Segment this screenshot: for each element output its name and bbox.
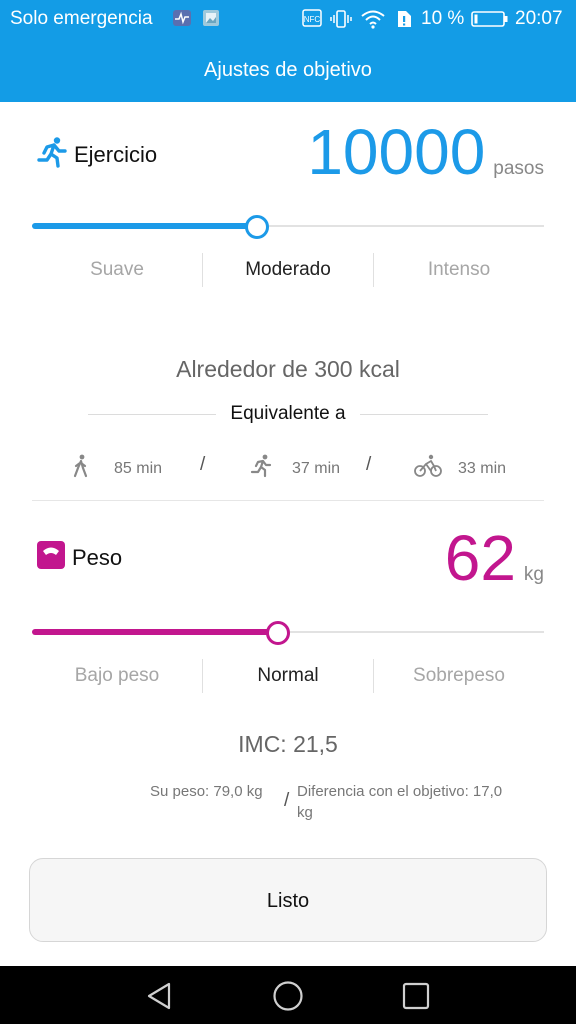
exercise-slider[interactable]	[32, 215, 544, 239]
slider-thumb[interactable]	[245, 215, 270, 239]
app-bar: Ajustes de objetivo	[0, 38, 576, 102]
running-equivalent: 37 min	[250, 454, 340, 483]
walking-minutes: 85 min	[114, 459, 163, 477]
step-goal-unit: pasos	[493, 158, 544, 179]
divider	[88, 413, 217, 415]
level-sobrepeso[interactable]: Sobrepeso	[374, 659, 544, 693]
battery-icon	[471, 9, 509, 35]
bmi-text: IMC: 21,5	[238, 731, 338, 757]
slider-fill	[32, 223, 258, 229]
nfc-icon: NFC	[302, 9, 322, 33]
goal-difference-line2: kg	[297, 804, 313, 821]
step-goal-value: 10000 pasos	[307, 120, 544, 184]
equivalent-row: Equivalente a	[88, 402, 488, 426]
cycling-equivalent: 33 min	[414, 454, 506, 483]
done-button[interactable]: Listo	[29, 858, 547, 942]
health-notification-icon	[172, 9, 192, 33]
separator: /	[200, 454, 206, 475]
sim-warning-icon	[394, 9, 414, 35]
running-icon	[250, 454, 284, 483]
current-weight: Su peso: 79,0 kg	[150, 783, 263, 800]
level-intenso[interactable]: Intenso	[374, 253, 544, 287]
vibrate-icon	[330, 9, 352, 35]
weight-goal-value: 62 kg	[445, 526, 544, 590]
weight-goal-unit: kg	[523, 564, 544, 585]
status-bar: Solo emergencia NFC 10 % 20:07	[0, 0, 576, 38]
exercise-label: Ejercicio	[74, 141, 158, 167]
weight-slider[interactable]	[32, 621, 544, 645]
home-icon[interactable]	[270, 978, 306, 1014]
weight-levels: Bajo peso Normal Sobrepeso	[32, 659, 544, 693]
separator: /	[366, 454, 372, 475]
walking-icon	[72, 454, 102, 483]
exercise-levels: Suave Moderado Intenso	[32, 253, 544, 287]
cycling-minutes: 33 min	[458, 459, 507, 477]
svg-text:NFC: NFC	[304, 15, 321, 24]
running-icon	[36, 136, 68, 173]
level-suave[interactable]: Suave	[32, 253, 202, 287]
weight-label: Peso	[72, 544, 123, 570]
running-minutes: 37 min	[292, 459, 341, 477]
calories-text: Alrededor de 300 kcal	[176, 356, 400, 382]
level-moderado[interactable]: Moderado	[203, 253, 373, 287]
divider	[359, 413, 488, 415]
back-icon[interactable]	[142, 978, 178, 1014]
weight-goal-number: 62	[444, 522, 516, 594]
navigation-bar	[0, 966, 576, 1024]
slider-thumb[interactable]	[265, 621, 290, 645]
scale-icon	[36, 540, 66, 575]
exercise-header: Ejercicio	[36, 136, 157, 173]
walking-equivalent: 85 min	[72, 454, 162, 483]
goal-difference-line1: Diferencia con el objetivo: 17,0	[297, 783, 503, 800]
slider-fill	[32, 629, 278, 635]
clock: 20:07	[515, 8, 563, 29]
goal-difference: Diferencia con el objetivo: 17,0 kg	[297, 781, 547, 823]
gallery-notification-icon	[202, 9, 220, 33]
carrier-text: Solo emergencia	[10, 8, 153, 29]
level-bajo-peso[interactable]: Bajo peso	[32, 659, 202, 693]
weight-header: Peso	[36, 540, 122, 575]
step-goal-number: 10000	[307, 116, 486, 188]
level-normal[interactable]: Normal	[203, 659, 373, 693]
battery-percent: 10 %	[421, 8, 465, 29]
page-title: Ajustes de objetivo	[204, 59, 372, 81]
cycling-icon	[414, 454, 454, 483]
recents-icon[interactable]	[398, 978, 434, 1014]
equivalent-label: Equivalente a	[230, 403, 346, 424]
section-divider	[32, 500, 544, 501]
activity-equivalents: 85 min / 37 min / 33 min	[0, 452, 576, 480]
separator: /	[284, 790, 290, 811]
wifi-icon	[360, 9, 386, 35]
